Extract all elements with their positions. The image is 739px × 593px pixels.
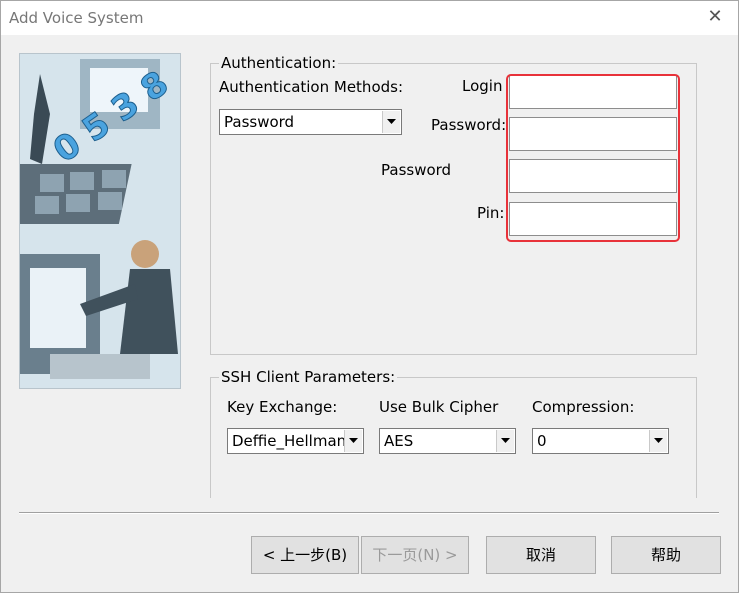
window-title: Add Voice System <box>9 9 144 27</box>
close-icon[interactable]: ✕ <box>706 8 724 26</box>
wizard-illustration: 0 5 3 8 <box>19 53 181 389</box>
cancel-button[interactable]: 取消 <box>486 536 596 574</box>
chevron-down-icon[interactable] <box>649 430 667 452</box>
login-label: Login <box>462 77 503 95</box>
ssh-parameters-legend: SSH Client Parameters: <box>219 368 398 386</box>
authentication-method-value: Password <box>224 113 295 131</box>
authentication-method-select[interactable]: Password <box>219 109 402 135</box>
title-bar: Add Voice System ✕ <box>1 1 738 35</box>
authentication-methods-label: Authentication Methods: <box>219 78 404 96</box>
footer-separator <box>19 512 719 514</box>
compression-select[interactable]: 0 <box>532 428 669 454</box>
compression-value: 0 <box>537 432 547 450</box>
next-button[interactable]: 下一页(N) > <box>361 536 469 574</box>
pin-label: Pin: <box>477 204 505 222</box>
confirm-password-label: Password <box>381 161 452 179</box>
add-voice-system-dialog: Add Voice System ✕ 0 5 3 8 Authenticatio… <box>0 0 739 593</box>
chevron-down-icon[interactable] <box>344 430 362 452</box>
password-label: Password: <box>431 116 507 134</box>
bulk-cipher-select[interactable]: AES <box>379 428 516 454</box>
key-exchange-label: Key Exchange: <box>227 398 338 416</box>
chevron-down-icon[interactable] <box>496 430 514 452</box>
compression-label: Compression: <box>532 398 635 416</box>
bulk-cipher-value: AES <box>384 432 414 450</box>
credentials-highlight-box <box>506 74 680 242</box>
key-exchange-select[interactable]: Deffie_Hellman <box>227 428 364 454</box>
chevron-down-icon[interactable] <box>382 111 400 133</box>
bulk-cipher-label: Use Bulk Cipher <box>379 398 499 416</box>
help-button[interactable]: 帮助 <box>611 536 721 574</box>
back-button[interactable]: < 上一步(B) <box>251 536 359 574</box>
authentication-legend: Authentication: <box>219 54 339 72</box>
key-exchange-value: Deffie_Hellman <box>232 432 347 450</box>
